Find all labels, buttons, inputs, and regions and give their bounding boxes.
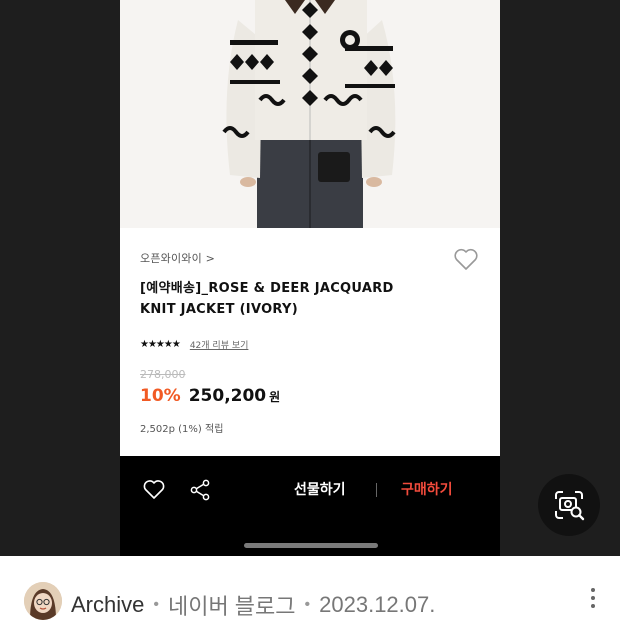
post-meta: Archive • 네이버 블로그 • 2023.12.07. [71,589,435,620]
rating-stars: ★★★★★ [140,339,181,350]
home-indicator [244,543,378,548]
divider [376,483,377,497]
share-icon[interactable] [188,478,212,502]
rating-row: ★★★★★ 42개 리뷰 보기 [140,338,248,351]
product-photo [120,0,500,228]
points-info: 2,502p (1%) 적립 [140,424,224,435]
post-footer: Archive • 네이버 블로그 • 2023.12.07. [0,556,620,620]
meta-separator: • [153,596,159,613]
image-viewer: 오픈와이와이 > [예약배송]_ROSE & DEER JACQUARD KNI… [0,0,620,556]
product-title-line-2: KNIT JACKET (IVORY) [140,302,298,317]
heart-outline-icon[interactable] [453,247,479,271]
reviews-link[interactable]: 42개 리뷰 보기 [190,338,249,351]
gift-button[interactable]: 선물하기 [294,479,346,499]
image-search-icon [555,491,585,521]
phone-screenshot: 오픈와이와이 > [예약배송]_ROSE & DEER JACQUARD KNI… [120,0,500,556]
price-row: 10% 250,200 원 [140,386,280,406]
buy-button[interactable]: 구매하기 [401,479,453,499]
blog-source[interactable]: 네이버 블로그 [168,589,296,620]
product-card: 오픈와이와이 > [예약배송]_ROSE & DEER JACQUARD KNI… [120,228,500,456]
sale-price: 250,200 [188,386,267,406]
currency-label: 원 [269,390,281,404]
original-price: 278,000 [140,368,186,381]
discount-rate: 10% [140,386,181,406]
purchase-action-bar: 선물하기 구매하기 [120,456,500,556]
product-title: [예약배송]_ROSE & DEER JACQUARD KNIT JACKET … [140,278,440,320]
meta-separator: • [304,596,311,613]
brand-link[interactable]: 오픈와이와이 > [140,250,215,266]
author-avatar[interactable] [24,582,62,620]
heart-outline-icon[interactable] [142,478,166,502]
more-vertical-icon[interactable] [588,588,598,614]
author-name[interactable]: Archive [71,592,144,618]
image-search-button[interactable] [538,474,600,536]
post-date: 2023.12.07. [319,592,436,617]
product-title-line-1: [예약배송]_ROSE & DEER JACQUARD [140,281,394,296]
